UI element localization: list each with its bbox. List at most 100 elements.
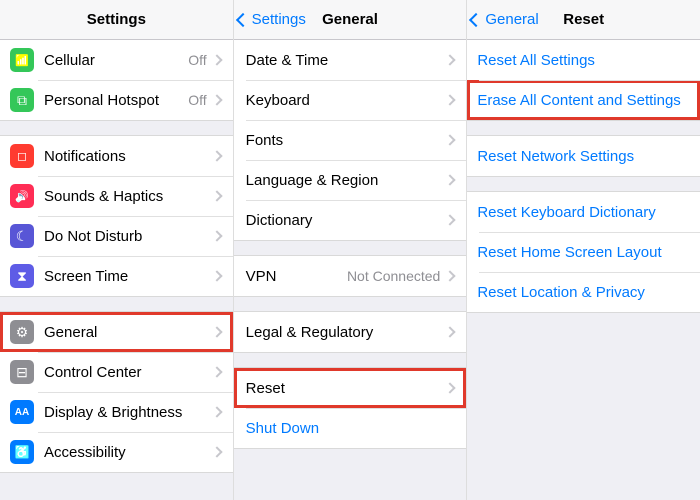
chevron-right-icon xyxy=(211,190,222,201)
panel-2: SettingsGeneral Date & Time Keyboard Fonts L… xyxy=(234,0,468,500)
hour-icon xyxy=(10,264,34,288)
settings-group: Reset Keyboard Dictionary Reset Home Scre… xyxy=(467,191,700,313)
chevron-right-icon xyxy=(445,270,456,281)
row-label: Reset Location & Privacy xyxy=(477,284,692,301)
chevron-right-icon xyxy=(445,54,456,65)
settings-group: VPNNot Connected xyxy=(234,255,467,297)
back-button[interactable]: Settings xyxy=(234,11,306,28)
row-label: Control Center xyxy=(44,364,213,381)
row-date-time[interactable]: Date & Time xyxy=(234,40,467,80)
row-fonts[interactable]: Fonts xyxy=(234,120,467,160)
row-label: Shut Down xyxy=(246,420,459,437)
row-cellular[interactable]: CellularOff xyxy=(0,40,233,80)
back-label: General xyxy=(485,11,538,28)
row-display-brightness[interactable]: Display & Brightness xyxy=(0,392,233,432)
row-screen-time[interactable]: Screen Time xyxy=(0,256,233,296)
ctrl-icon xyxy=(10,360,34,384)
row-erase-all-content-and-settings[interactable]: Erase All Content and Settings xyxy=(467,80,700,120)
row-label: Language & Region xyxy=(246,172,447,189)
chevron-right-icon xyxy=(211,54,222,65)
row-label: Reset Network Settings xyxy=(477,148,692,165)
settings-group: Reset Network Settings xyxy=(467,135,700,177)
row-label: Reset xyxy=(246,380,447,397)
row-detail: Off xyxy=(188,52,206,68)
row-accessibility[interactable]: Accessibility xyxy=(0,432,233,472)
link-icon xyxy=(10,88,34,112)
row-do-not-disturb[interactable]: Do Not Disturb xyxy=(0,216,233,256)
cell-icon xyxy=(10,48,34,72)
navbar: SettingsGeneral xyxy=(234,0,467,40)
chevron-right-icon xyxy=(211,446,222,457)
row-keyboard[interactable]: Keyboard xyxy=(234,80,467,120)
chevron-right-icon xyxy=(211,150,222,161)
settings-group: General Control Center Display & Brightnes… xyxy=(0,311,233,473)
row-label: Date & Time xyxy=(246,52,447,69)
row-label: Notifications xyxy=(44,148,213,165)
chevron-left-icon xyxy=(236,12,250,26)
row-vpn[interactable]: VPNNot Connected xyxy=(234,256,467,296)
settings-group: Legal & Regulatory xyxy=(234,311,467,353)
chevron-right-icon xyxy=(445,382,456,393)
row-label: Reset Keyboard Dictionary xyxy=(477,204,692,221)
row-notifications[interactable]: Notifications xyxy=(0,136,233,176)
chevron-right-icon xyxy=(445,134,456,145)
row-label: VPN xyxy=(246,268,347,285)
row-label: Fonts xyxy=(246,132,447,149)
notif-icon xyxy=(10,144,34,168)
row-detail: Not Connected xyxy=(347,268,440,284)
chevron-right-icon xyxy=(211,230,222,241)
chevron-right-icon xyxy=(211,366,222,377)
acc-icon xyxy=(10,440,34,464)
settings-group: Reset All Settings Erase All Content and … xyxy=(467,40,700,121)
chevron-right-icon xyxy=(445,94,456,105)
settings-group: Reset Shut Down xyxy=(234,367,467,449)
chevron-right-icon xyxy=(211,270,222,281)
disp-icon xyxy=(10,400,34,424)
row-shut-down[interactable]: Shut Down xyxy=(234,408,467,448)
row-reset-all-settings[interactable]: Reset All Settings xyxy=(467,40,700,80)
chevron-right-icon xyxy=(211,94,222,105)
row-reset-network-settings[interactable]: Reset Network Settings xyxy=(467,136,700,176)
panel-1: SettingsCellularOffPersonal HotspotOffNo… xyxy=(0,0,234,500)
chevron-right-icon xyxy=(445,174,456,185)
row-reset[interactable]: Reset xyxy=(234,368,467,408)
back-label: Settings xyxy=(252,11,306,28)
row-reset-location-privacy[interactable]: Reset Location & Privacy xyxy=(467,272,700,312)
row-legal-regulatory[interactable]: Legal & Regulatory xyxy=(234,312,467,352)
row-label: Do Not Disturb xyxy=(44,228,213,245)
navbar: GeneralReset xyxy=(467,0,700,40)
settings-group: CellularOffPersonal HotspotOff xyxy=(0,40,233,121)
row-label: Accessibility xyxy=(44,444,213,461)
row-detail: Off xyxy=(188,92,206,108)
row-general[interactable]: General xyxy=(0,312,233,352)
navbar: Settings xyxy=(0,0,233,40)
row-label: Personal Hotspot xyxy=(44,92,188,109)
chevron-right-icon xyxy=(445,214,456,225)
row-label: Dictionary xyxy=(246,212,447,229)
row-personal-hotspot[interactable]: Personal HotspotOff xyxy=(0,80,233,120)
moon-icon xyxy=(10,224,34,248)
row-label: Erase All Content and Settings xyxy=(477,92,692,109)
gear-icon xyxy=(10,320,34,344)
row-dictionary[interactable]: Dictionary xyxy=(234,200,467,240)
row-reset-home-screen-layout[interactable]: Reset Home Screen Layout xyxy=(467,232,700,272)
row-label: Display & Brightness xyxy=(44,404,213,421)
back-button[interactable]: General xyxy=(467,11,538,28)
row-label: Reset Home Screen Layout xyxy=(477,244,692,261)
row-label: General xyxy=(44,324,213,341)
row-label: Legal & Regulatory xyxy=(246,324,447,341)
row-label: Screen Time xyxy=(44,268,213,285)
row-label: Sounds & Haptics xyxy=(44,188,213,205)
row-control-center[interactable]: Control Center xyxy=(0,352,233,392)
page-title: Settings xyxy=(0,11,233,28)
chevron-right-icon xyxy=(211,406,222,417)
row-reset-keyboard-dictionary[interactable]: Reset Keyboard Dictionary xyxy=(467,192,700,232)
chevron-right-icon xyxy=(445,326,456,337)
row-label: Cellular xyxy=(44,52,188,69)
row-sounds-haptics[interactable]: Sounds & Haptics xyxy=(0,176,233,216)
chevron-left-icon xyxy=(469,12,483,26)
sound-icon xyxy=(10,184,34,208)
chevron-right-icon xyxy=(211,326,222,337)
panel-3: GeneralResetReset All Settings Erase All … xyxy=(467,0,700,500)
row-language-region[interactable]: Language & Region xyxy=(234,160,467,200)
